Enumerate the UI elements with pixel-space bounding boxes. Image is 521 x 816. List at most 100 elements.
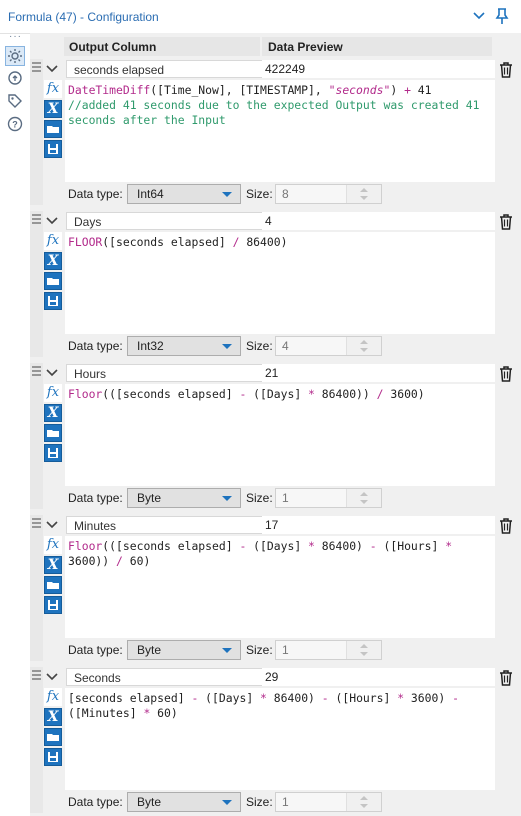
- function-fx-icon[interactable]: fx: [44, 536, 62, 554]
- expression-text: Floor(([seconds elapsed] - ([Days] * 864…: [68, 387, 425, 401]
- data-preview-value: 17: [265, 518, 279, 532]
- variables-x-icon[interactable]: X: [44, 100, 62, 118]
- collapse-chevron-icon[interactable]: [45, 669, 59, 683]
- output-column-field[interactable]: seconds elapsed: [66, 60, 290, 78]
- formula-row: seconds elapsed 422249 fx X DateTimeDiff…: [30, 59, 521, 205]
- collapse-chevron-icon[interactable]: [45, 517, 59, 531]
- type-row: Data type: Int64 Size: 8: [65, 182, 495, 205]
- size-spinner[interactable]: [346, 793, 381, 811]
- more-dots-icon[interactable]: ···: [9, 32, 22, 42]
- data-type-value: Int64: [137, 187, 164, 201]
- output-column-field[interactable]: Hours: [66, 364, 290, 382]
- save-icon[interactable]: [44, 748, 62, 766]
- function-fx-icon[interactable]: fx: [44, 688, 62, 706]
- trash-icon[interactable]: [497, 517, 515, 534]
- dropdown-arrow-icon: [222, 800, 232, 805]
- pin-icon[interactable]: [494, 7, 510, 25]
- spin-up-icon[interactable]: [360, 796, 368, 800]
- open-folder-icon[interactable]: [44, 120, 62, 138]
- size-input[interactable]: 1: [275, 792, 382, 812]
- drag-handle[interactable]: [30, 211, 43, 357]
- save-icon[interactable]: [44, 596, 62, 614]
- spin-down-icon[interactable]: [360, 348, 368, 352]
- svg-text:?: ?: [12, 120, 18, 130]
- expression-text: [seconds elapsed] - ([Days] * 86400) - (…: [68, 691, 466, 720]
- open-folder-icon[interactable]: [44, 272, 62, 290]
- output-column-field[interactable]: Minutes: [66, 516, 290, 534]
- save-icon[interactable]: [44, 292, 62, 310]
- trash-icon[interactable]: [497, 61, 515, 78]
- drag-handle[interactable]: [30, 363, 43, 509]
- drag-handle[interactable]: [30, 515, 43, 661]
- spin-up-icon[interactable]: [360, 188, 368, 192]
- drag-grip-icon: [32, 214, 41, 224]
- data-type-select[interactable]: Byte: [127, 792, 241, 812]
- size-label: Size:: [246, 339, 273, 353]
- output-column-field[interactable]: Days: [66, 212, 290, 230]
- output-column-name: Seconds: [74, 671, 121, 685]
- data-type-select[interactable]: Int64: [127, 184, 241, 204]
- open-folder-icon[interactable]: [44, 424, 62, 442]
- open-folder-icon[interactable]: [44, 728, 62, 746]
- variables-x-icon[interactable]: X: [44, 252, 62, 270]
- data-type-value: Byte: [137, 491, 162, 505]
- size-spinner[interactable]: [346, 641, 381, 659]
- size-value: 4: [282, 339, 289, 353]
- data-preview-header: Data Preview: [262, 37, 492, 56]
- trash-icon[interactable]: [497, 669, 515, 686]
- size-input[interactable]: 8: [275, 184, 382, 204]
- size-input[interactable]: 1: [275, 640, 382, 660]
- gear-icon[interactable]: [5, 46, 25, 66]
- drag-handle[interactable]: [30, 667, 43, 813]
- data-type-select[interactable]: Byte: [127, 640, 241, 660]
- collapse-chevron-icon[interactable]: [45, 213, 59, 227]
- drag-grip-icon: [32, 62, 41, 72]
- data-type-label: Data type:: [68, 491, 123, 505]
- data-type-label: Data type:: [68, 187, 123, 201]
- size-spinner[interactable]: [346, 489, 381, 507]
- formula-row: Seconds 29 fx X [seconds elapsed] - ([Da…: [30, 667, 521, 813]
- size-spinner[interactable]: [346, 337, 381, 355]
- data-type-select[interactable]: Byte: [127, 488, 241, 508]
- help-icon[interactable]: ?: [6, 115, 24, 133]
- data-preview-cell: 422249: [262, 60, 495, 78]
- data-preview-cell: 4: [262, 212, 495, 230]
- data-type-label: Data type:: [68, 643, 123, 657]
- variables-x-icon[interactable]: X: [44, 556, 62, 574]
- function-fx-icon[interactable]: fx: [44, 232, 62, 250]
- spin-down-icon[interactable]: [360, 804, 368, 808]
- function-fx-icon[interactable]: fx: [44, 384, 62, 402]
- data-preview-value: 21: [265, 366, 279, 380]
- output-column-field[interactable]: Seconds: [66, 668, 290, 686]
- size-label: Size:: [246, 491, 273, 505]
- tag-icon[interactable]: [6, 92, 24, 110]
- function-fx-icon[interactable]: fx: [44, 80, 62, 98]
- open-folder-icon[interactable]: [44, 576, 62, 594]
- size-input[interactable]: 1: [275, 488, 382, 508]
- spin-down-icon[interactable]: [360, 500, 368, 504]
- chevron-down-icon[interactable]: [472, 9, 486, 23]
- drag-handle[interactable]: [30, 59, 43, 205]
- save-icon[interactable]: [44, 140, 62, 158]
- collapse-chevron-icon[interactable]: [45, 61, 59, 75]
- spin-up-icon[interactable]: [360, 340, 368, 344]
- trash-icon[interactable]: [497, 365, 515, 382]
- formula-row: Days 4 fx X FLOOR([seconds elapsed] / 86…: [30, 211, 521, 357]
- save-icon[interactable]: [44, 444, 62, 462]
- spin-up-icon[interactable]: [360, 644, 368, 648]
- variables-x-icon[interactable]: X: [44, 708, 62, 726]
- trash-icon[interactable]: [497, 213, 515, 230]
- size-spinner[interactable]: [346, 185, 381, 203]
- spin-up-icon[interactable]: [360, 492, 368, 496]
- collapse-chevron-icon[interactable]: [45, 365, 59, 379]
- variables-x-icon[interactable]: X: [44, 404, 62, 422]
- size-input[interactable]: 4: [275, 336, 382, 356]
- formula-row: Minutes 17 fx X Floor(([seconds elapsed]…: [30, 515, 521, 661]
- spin-down-icon[interactable]: [360, 652, 368, 656]
- gear-arrow-icon[interactable]: [6, 69, 24, 87]
- data-type-select[interactable]: Int32: [127, 336, 241, 356]
- size-value: 1: [282, 795, 289, 809]
- spin-down-icon[interactable]: [360, 196, 368, 200]
- left-nav: ··· ?: [0, 32, 30, 816]
- output-column-header: Output Column: [64, 37, 260, 56]
